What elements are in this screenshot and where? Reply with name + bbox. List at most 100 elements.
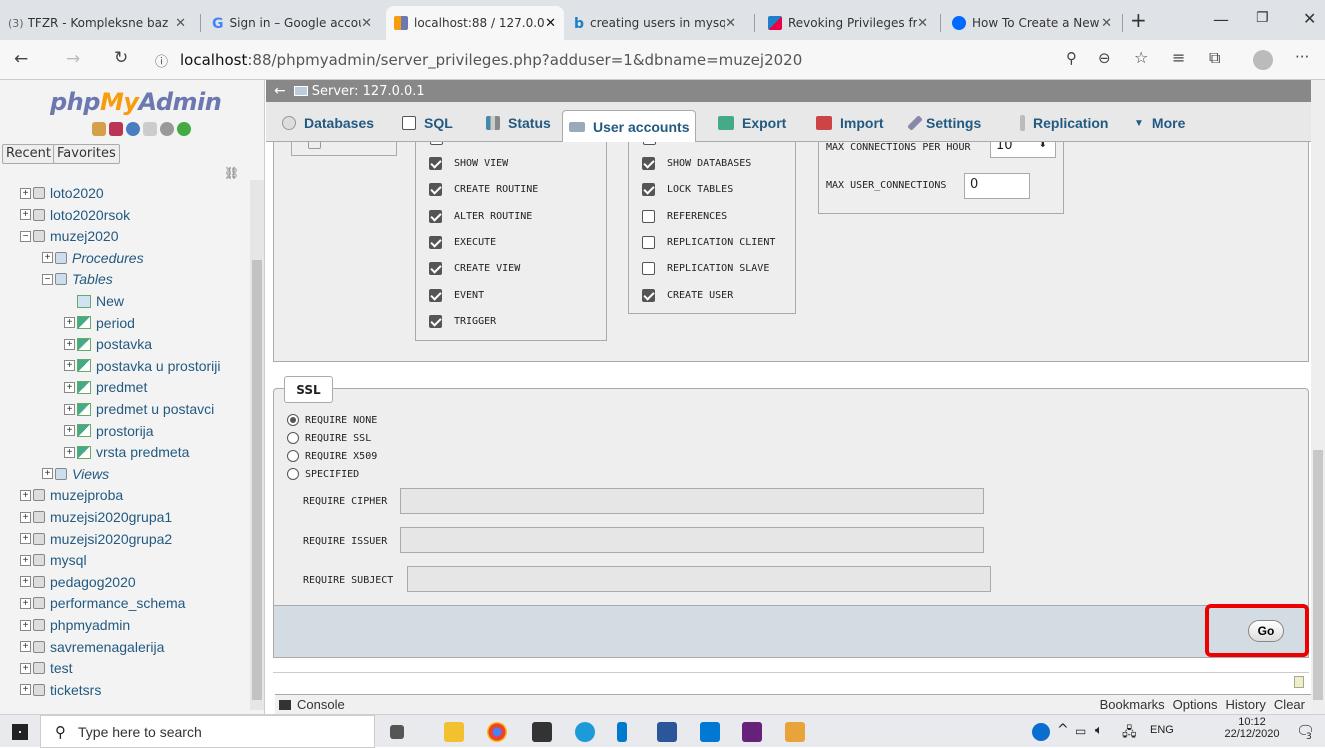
checkbox[interactable] [429,262,442,276]
chrome-icon[interactable] [487,722,507,742]
menu-dots-icon[interactable]: ··· [1295,48,1309,66]
checkbox[interactable] [429,157,442,170]
logout-icon[interactable] [109,122,123,136]
privilege-checkbox[interactable]: ALTER ROUTINE [429,209,532,223]
browser-tab-5[interactable]: Revoking Privileges fro ✕ [760,6,936,40]
expand-icon[interactable]: + [64,425,75,437]
tree-item-table[interactable]: + predmet u postavci [0,398,255,420]
content-scrollbar[interactable] [1311,80,1325,714]
privilege-checkbox[interactable]: SHOW VIEW [429,157,508,170]
tree-item-db[interactable]: + ticketsrs [0,679,255,701]
home-icon[interactable] [92,122,106,136]
taskbar-search-box[interactable]: ⚲ Type here to search [40,715,375,748]
close-window-icon[interactable]: ✕ [1303,9,1316,28]
expand-icon[interactable]: + [20,511,31,523]
tab-sql[interactable]: SQL [396,108,459,138]
tree-item-db[interactable]: + muzejsi2020grupa2 [0,528,255,550]
close-icon[interactable]: ✕ [917,16,928,31]
profile-avatar[interactable] [1253,50,1273,70]
spinner-arrows-icon[interactable]: ⬍ [1039,142,1047,150]
checkbox[interactable] [429,288,442,302]
tree-item-db[interactable]: − muzej2020 [0,225,255,247]
help-tray-icon[interactable] [1032,723,1050,741]
checkbox[interactable] [429,314,442,328]
tab-import[interactable]: Import [810,108,890,138]
privilege-checkbox[interactable]: REFERENCES [642,209,727,223]
expand-icon[interactable]: + [20,209,31,221]
expand-icon[interactable]: + [20,619,31,631]
server-label[interactable]: Server: 127.0.0.1 [312,84,425,99]
back-arrow-icon[interactable]: ← [14,49,28,69]
privilege-checkbox[interactable]: REPLICATION CLIENT [642,235,775,249]
privilege-checkbox[interactable]: REPLICATION SLAVE [642,262,769,276]
windows-start-icon[interactable] [12,724,28,740]
expand-icon[interactable]: + [42,468,53,480]
nav-scroll-thumb[interactable] [252,260,262,700]
checkbox[interactable] [308,142,321,149]
close-icon[interactable]: ✕ [175,16,186,31]
tab-databases[interactable]: Databases [276,108,380,138]
url-field[interactable]: ⓘ localhost :88/phpmyadmin/server_privil… [155,48,935,72]
expand-icon[interactable]: + [64,403,75,415]
reload-nav-icon[interactable] [177,122,191,136]
close-icon[interactable]: ✕ [725,16,736,31]
privilege-checkbox[interactable]: EXECUTE [429,235,496,249]
privilege-checkbox[interactable]: EVENT [429,288,484,302]
expand-icon[interactable]: + [64,381,75,393]
favorites-list-icon[interactable]: ≡ [1172,48,1185,67]
console-history-link[interactable]: History [1225,697,1265,712]
store-icon[interactable] [532,722,552,742]
tray-chevron-icon[interactable]: ^ [1057,722,1069,738]
vscode-icon[interactable] [617,722,627,742]
edge-icon[interactable] [575,722,595,742]
link-icon[interactable]: ⛓ [224,166,239,180]
tab-settings[interactable]: Settings [906,108,987,138]
privilege-checkbox[interactable]: CREATE ROUTINE [429,183,538,197]
console-options-link[interactable]: Options [1173,697,1218,712]
tree-item-table[interactable]: + vrsta predmeta [0,441,255,463]
require-issuer-input[interactable] [400,527,984,553]
recent-tab[interactable]: Recent [2,144,55,164]
expand-icon[interactable]: + [64,360,75,372]
tree-item-table[interactable]: + period [0,312,255,334]
require-cipher-input[interactable] [400,488,984,514]
ssl-radio-option[interactable]: REQUIRE X509 [287,450,377,462]
tree-item-db[interactable]: + test [0,657,255,679]
tree-item-db[interactable]: + loto2020rsok [0,204,255,226]
language-indicator[interactable]: ENG [1150,724,1174,736]
page-note-icon[interactable] [1294,676,1304,688]
tree-item-new[interactable]: New [0,290,255,312]
checkbox[interactable] [642,183,655,197]
browser-tab-6[interactable]: How To Create a New U ✕ [944,6,1120,40]
tree-item-group[interactable]: + Views [0,463,255,485]
checkbox[interactable] [430,142,443,145]
checkbox[interactable] [642,288,655,302]
forward-arrow-icon[interactable]: → [66,49,80,69]
privilege-checkbox[interactable]: LOCK TABLES [642,183,733,197]
max-user-connections-input[interactable]: 0 [964,173,1030,199]
expand-icon[interactable]: + [20,576,31,588]
privilege-checkbox[interactable]: TRIGGER [429,314,496,328]
content-scroll-thumb[interactable] [1313,450,1323,700]
expand-icon[interactable]: + [64,446,75,458]
console-label[interactable]: Console [297,697,345,712]
browser-tab-3[interactable]: localhost:88 / 127.0.0.1 ✕ [386,6,564,40]
tree-item-db[interactable]: + phpmyadmin [0,614,255,636]
task-view-icon[interactable] [390,725,404,739]
collapse-arrow-icon[interactable]: ← [266,83,294,99]
new-tab-button[interactable]: + [1130,8,1147,32]
tab-more[interactable]: ▼ More [1128,108,1191,138]
tab-status[interactable]: Status [480,108,557,138]
console-bookmarks-link[interactable]: Bookmarks [1100,697,1165,712]
refresh-icon[interactable]: ↻ [114,48,128,68]
app-icon[interactable] [785,722,805,742]
browser-tab-1[interactable]: (3) TFZR - Kompleksne baz ✕ [0,6,194,40]
file-explorer-icon[interactable] [444,722,464,742]
collapse-icon[interactable]: − [42,273,53,285]
close-icon[interactable]: ✕ [545,16,556,31]
tree-item-db[interactable]: + performance_schema [0,592,255,614]
collapse-icon[interactable]: − [20,230,31,242]
tree-item-group[interactable]: − Tables [0,268,255,290]
tree-item-group[interactable]: + Procedures [0,247,255,269]
checkbox[interactable] [429,235,442,249]
